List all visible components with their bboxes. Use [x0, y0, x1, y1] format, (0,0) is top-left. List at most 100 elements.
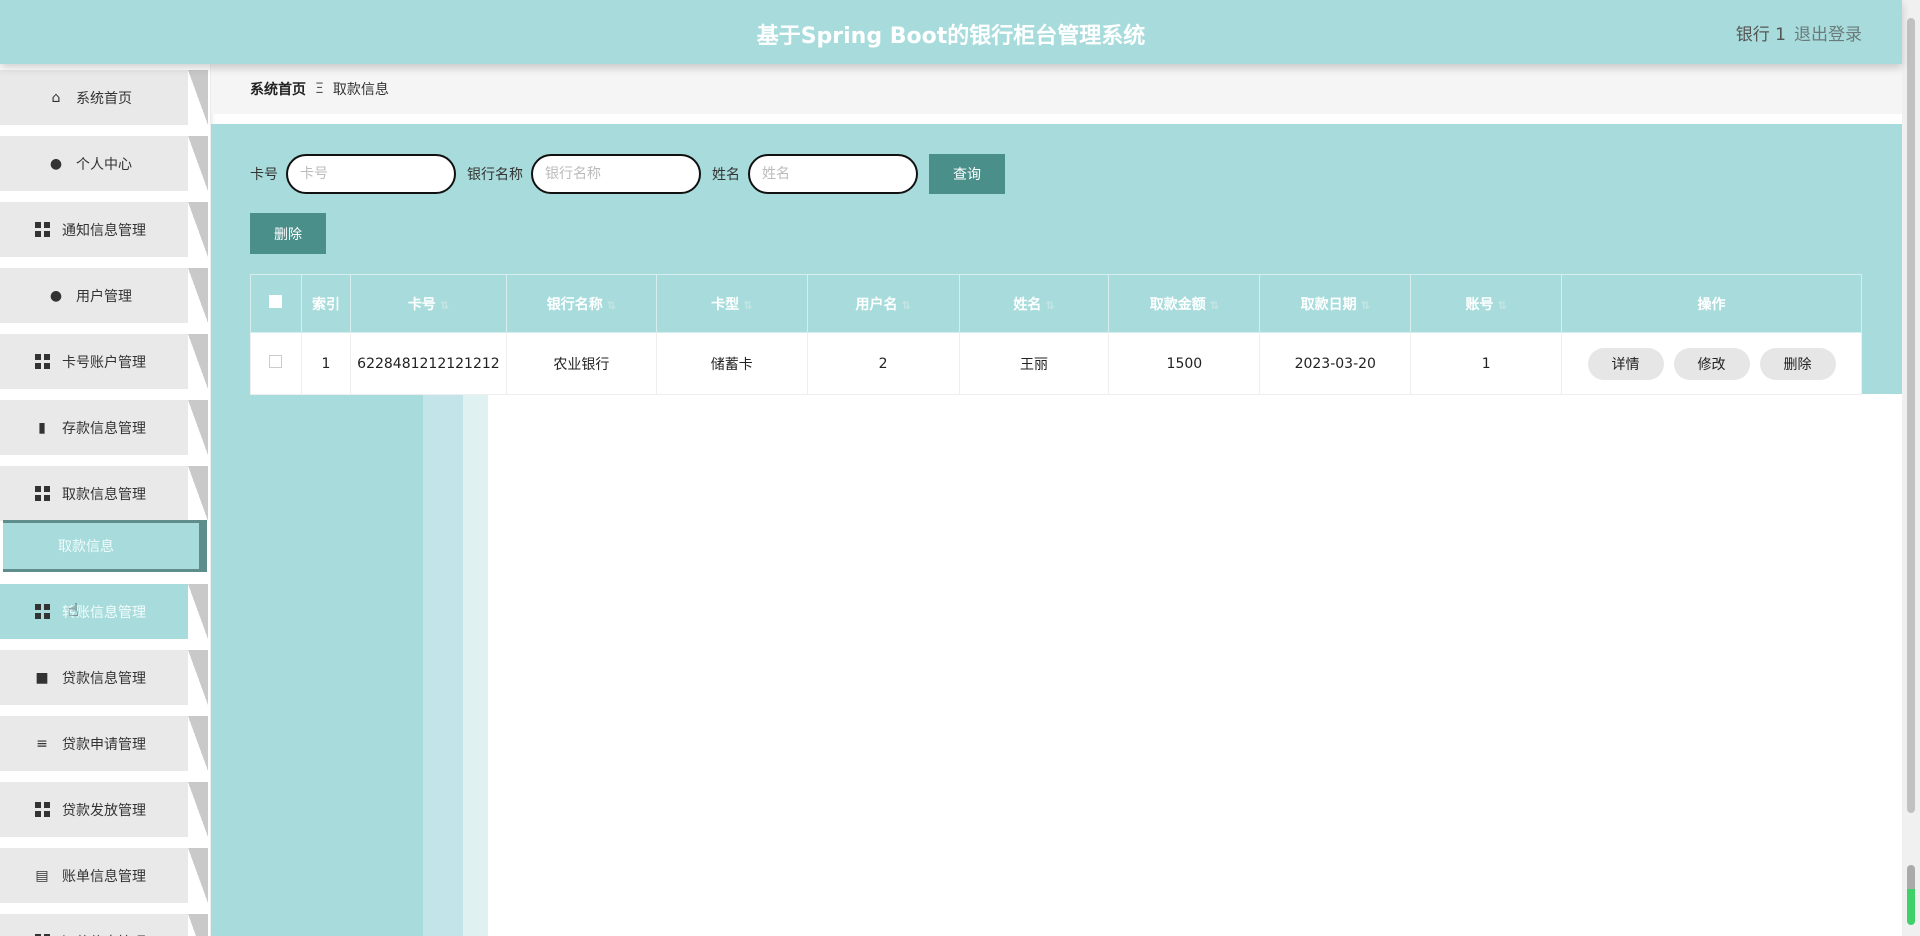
sidebar-item-label: 还款信息管理	[62, 932, 146, 936]
sort-icon[interactable]: ⇅	[607, 299, 616, 312]
sort-icon[interactable]: ⇅	[1210, 299, 1219, 312]
table-cell: 1	[1410, 332, 1563, 395]
name-label: 姓名	[712, 167, 740, 183]
app-title: 基于Spring Boot的银行柜台管理系统	[756, 24, 1146, 49]
batch-delete-button[interactable]: 删除	[250, 213, 326, 254]
main-content: 卡号 银行名称 姓名 查询 删除 索引卡号⇅银行名称⇅卡型⇅用户名⇅姓名⇅取款金…	[211, 124, 1902, 936]
delete-button[interactable]: 删除	[1759, 347, 1836, 380]
actions-cell: 详情 修改 删除	[1561, 332, 1862, 395]
card-label: 卡号	[250, 167, 278, 183]
select-all-checkbox[interactable]	[250, 274, 302, 333]
column-header[interactable]: 卡型 ⇅	[655, 274, 808, 333]
query-button[interactable]: 查询	[929, 154, 1005, 194]
column-header-label: 卡型	[711, 296, 740, 313]
column-header-label: 银行名称	[546, 296, 603, 313]
column-header[interactable]: 用户名 ⇅	[806, 274, 960, 333]
sidebar-item-label: 账单信息管理	[62, 868, 146, 885]
sort-icon[interactable]: ⇅	[1498, 299, 1507, 312]
card-input[interactable]	[286, 154, 456, 194]
sidebar-item[interactable]: 还款信息管理	[0, 914, 208, 936]
grid-icon	[34, 486, 50, 502]
sidebar-item[interactable]: 通知信息管理	[0, 202, 208, 257]
sort-icon[interactable]: ⇅	[743, 299, 752, 312]
logout-link[interactable]: 退出登录	[1794, 25, 1862, 45]
sidebar-item[interactable]: ● 个人中心	[0, 136, 208, 191]
sidebar-item-label: 取款信息管理	[62, 486, 146, 503]
briefcase-icon: ■	[35, 669, 49, 686]
sidebar-item[interactable]: ≡ 贷款申请管理	[0, 716, 208, 771]
column-header-label: 取款金额	[1149, 296, 1206, 313]
sidebar-item[interactable]: ■ 贷款信息管理	[0, 650, 208, 705]
user-icon: ●	[49, 155, 63, 172]
bank-input[interactable]	[531, 154, 701, 194]
column-header[interactable]: 操作	[1561, 274, 1862, 333]
breadcrumb-separator: Ξ	[315, 81, 324, 97]
current-user: 银行 1	[1735, 25, 1786, 45]
table-cell: 2023-03-20	[1259, 332, 1412, 395]
column-header-label: 索引	[311, 296, 340, 313]
table-cell: 2	[806, 332, 960, 395]
sidebar-item[interactable]: 贷款发放管理	[0, 782, 208, 837]
decor-strip	[463, 394, 488, 936]
top-header: 基于Spring Boot的银行柜台管理系统 银行 1 退出登录	[0, 0, 1902, 64]
column-header[interactable]: 姓名 ⇅	[958, 274, 1110, 333]
hand-cursor-icon: ☝	[68, 600, 79, 621]
column-header-label: 姓名	[1013, 296, 1042, 313]
table-cell: 1500	[1108, 332, 1261, 395]
column-header[interactable]: 卡号 ⇅	[349, 274, 507, 333]
bank-label: 银行名称	[467, 167, 523, 183]
column-header-label: 用户名	[855, 296, 898, 313]
breadcrumb-current: 取款信息	[332, 82, 389, 98]
sidebar-item-label: 通知信息管理	[62, 222, 146, 239]
data-table: 索引 卡号 ⇅ 银行名称 ⇅ 卡型 ⇅ 用户名 ⇅ 姓名 ⇅ 取款金额 ⇅ 取款日期 ⇅ 账号 ⇅ 操作 1 622…	[250, 274, 1862, 395]
breadcrumb-home[interactable]: 系统首页	[250, 79, 306, 99]
sort-icon[interactable]: ⇅	[1045, 299, 1054, 312]
clipboard-icon: ▤	[35, 867, 49, 884]
sort-icon[interactable]: ⇅	[1361, 299, 1370, 312]
name-input[interactable]	[748, 154, 918, 194]
column-header[interactable]: 取款金额 ⇅	[1108, 274, 1261, 333]
sidebar-item[interactable]: 转账信息管理	[0, 584, 208, 639]
sort-icon[interactable]: ⇅	[902, 299, 911, 312]
decor-strip	[423, 394, 463, 936]
content-background	[488, 394, 1902, 936]
home-icon: ⌂	[51, 89, 61, 106]
table-row: 1 6228481212121212 农业银行 储蓄卡 2 王丽 1500 2023-03-2…	[250, 332, 1862, 395]
scrollbar-thumb[interactable]	[1907, 18, 1915, 813]
sidebar-item[interactable]: ▮ 存款信息管理	[0, 400, 208, 455]
sidebar-item-label: 用户管理	[76, 288, 132, 305]
column-header-label: 操作	[1697, 296, 1726, 313]
column-header[interactable]: 取款日期 ⇅	[1259, 274, 1412, 333]
grid-icon	[34, 354, 50, 370]
bar-chart-icon: ▮	[38, 419, 46, 436]
row-checkbox[interactable]	[250, 332, 302, 395]
table-cell: 农业银行	[505, 332, 657, 395]
sidebar-item[interactable]: ● 用户管理	[0, 268, 208, 323]
column-header[interactable]: 索引	[300, 274, 351, 333]
column-header[interactable]: 账号 ⇅	[1410, 274, 1563, 333]
column-header[interactable]: 银行名称 ⇅	[505, 274, 657, 333]
sidebar-item-label: 贷款信息管理	[62, 670, 146, 687]
sidebar-item[interactable]: 取款信息管理	[0, 466, 208, 521]
search-bar: 卡号 银行名称 姓名 查询	[250, 154, 1005, 194]
detail-button[interactable]: 详情	[1587, 347, 1664, 380]
edit-button[interactable]: 修改	[1673, 347, 1750, 380]
table-cell: 6228481212121212	[349, 332, 507, 395]
sidebar-item[interactable]: ▤ 账单信息管理	[0, 848, 208, 903]
sidebar-item-label: 贷款发放管理	[62, 802, 146, 819]
sidebar-item-label: 存款信息管理	[62, 420, 146, 437]
sort-icon[interactable]: ⇅	[440, 299, 449, 312]
sidebar-item-label: 个人中心	[76, 156, 132, 173]
sidebar-subitem-active[interactable]: 取款信息	[3, 520, 207, 572]
sidebar-item-label: 卡号账户管理	[62, 354, 146, 371]
sidebar-item[interactable]: 卡号账户管理	[0, 334, 208, 389]
scroll-indicator	[1907, 865, 1915, 925]
table-cell: 储蓄卡	[655, 332, 808, 395]
breadcrumb: 系统首页 Ξ 取款信息	[211, 64, 1902, 114]
bulb-icon: ●	[49, 287, 63, 304]
sidebar-item-label: 贷款申请管理	[62, 736, 146, 753]
column-header-label: 账号	[1465, 296, 1494, 313]
table-cell: 1	[300, 332, 351, 395]
sidebar-item[interactable]: ⌂ 系统首页	[0, 70, 208, 125]
scrollbar[interactable]	[1902, 0, 1920, 936]
